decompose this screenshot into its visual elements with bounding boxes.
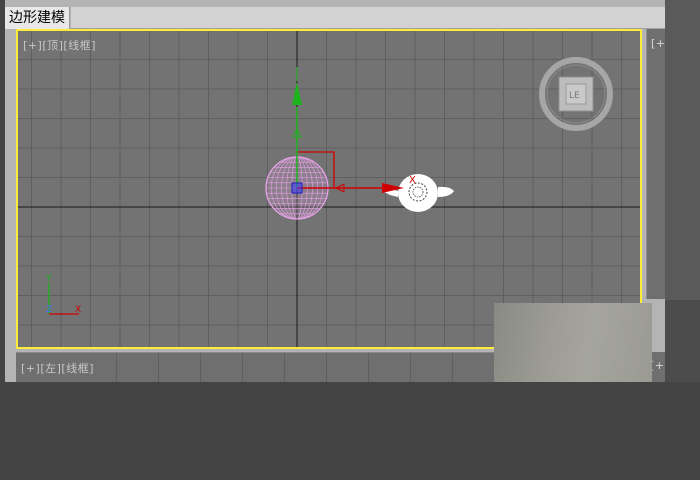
viewport-top-menu-plus[interactable]: [+] [23, 39, 42, 52]
grid-line-vertical [242, 353, 243, 383]
outer-right-panel-lower [665, 300, 700, 382]
screenshot-stage: 边形建模 X LE Y Z X [+][顶][线框] [+][左][线框] [+… [0, 0, 700, 480]
background-area [0, 382, 700, 480]
tripod-y-label: Y [45, 274, 52, 284]
grid-line-vertical [158, 353, 159, 383]
grid-line-vertical [452, 353, 453, 383]
grid-line-vertical [116, 353, 117, 383]
viewport-top-view-name[interactable]: [顶] [42, 39, 63, 52]
ribbon-tab-poly-modeling[interactable]: 边形建模 [5, 7, 70, 29]
viewport-left-shading-mode[interactable]: [线框] [61, 362, 94, 375]
blurred-overlay [494, 303, 652, 389]
axis-tripod-icon: Y Z X [45, 274, 81, 315]
viewport-left-view-name[interactable]: [左] [40, 362, 61, 375]
viewport-left-menu-plus[interactable]: [+] [21, 362, 40, 375]
grid-line-vertical [368, 353, 369, 383]
viewport-right-label[interactable]: [+ [651, 37, 666, 50]
gizmo-x-label: X [409, 175, 416, 186]
grid-line-vertical [200, 353, 201, 383]
outer-right-panel [665, 0, 700, 300]
grid-line-vertical [284, 353, 285, 383]
viewport-top-label[interactable]: [+][顶][线框] [23, 37, 96, 53]
viewport-right-partial[interactable]: [+ [646, 29, 666, 299]
grid-line-vertical [410, 353, 411, 383]
grid-line-vertical [326, 353, 327, 383]
viewport-left-label[interactable]: [+][左][线框] [21, 360, 94, 376]
viewport-top-canvas[interactable]: X LE Y Z X [18, 31, 640, 347]
tripod-z-label: Z [46, 305, 52, 315]
ribbon-strip [71, 7, 665, 29]
viewcube-icon[interactable]: LE [539, 57, 613, 131]
viewport-top[interactable]: X LE Y Z X [+][顶][线框] [16, 29, 642, 349]
tripod-x-label: X [75, 305, 81, 315]
viewcube-face-label: LE [569, 91, 580, 101]
viewport-right-bottom-label[interactable]: [+ [650, 359, 665, 372]
teapot-object[interactable] [382, 174, 454, 212]
viewport-top-shading-mode[interactable]: [线框] [63, 39, 96, 52]
